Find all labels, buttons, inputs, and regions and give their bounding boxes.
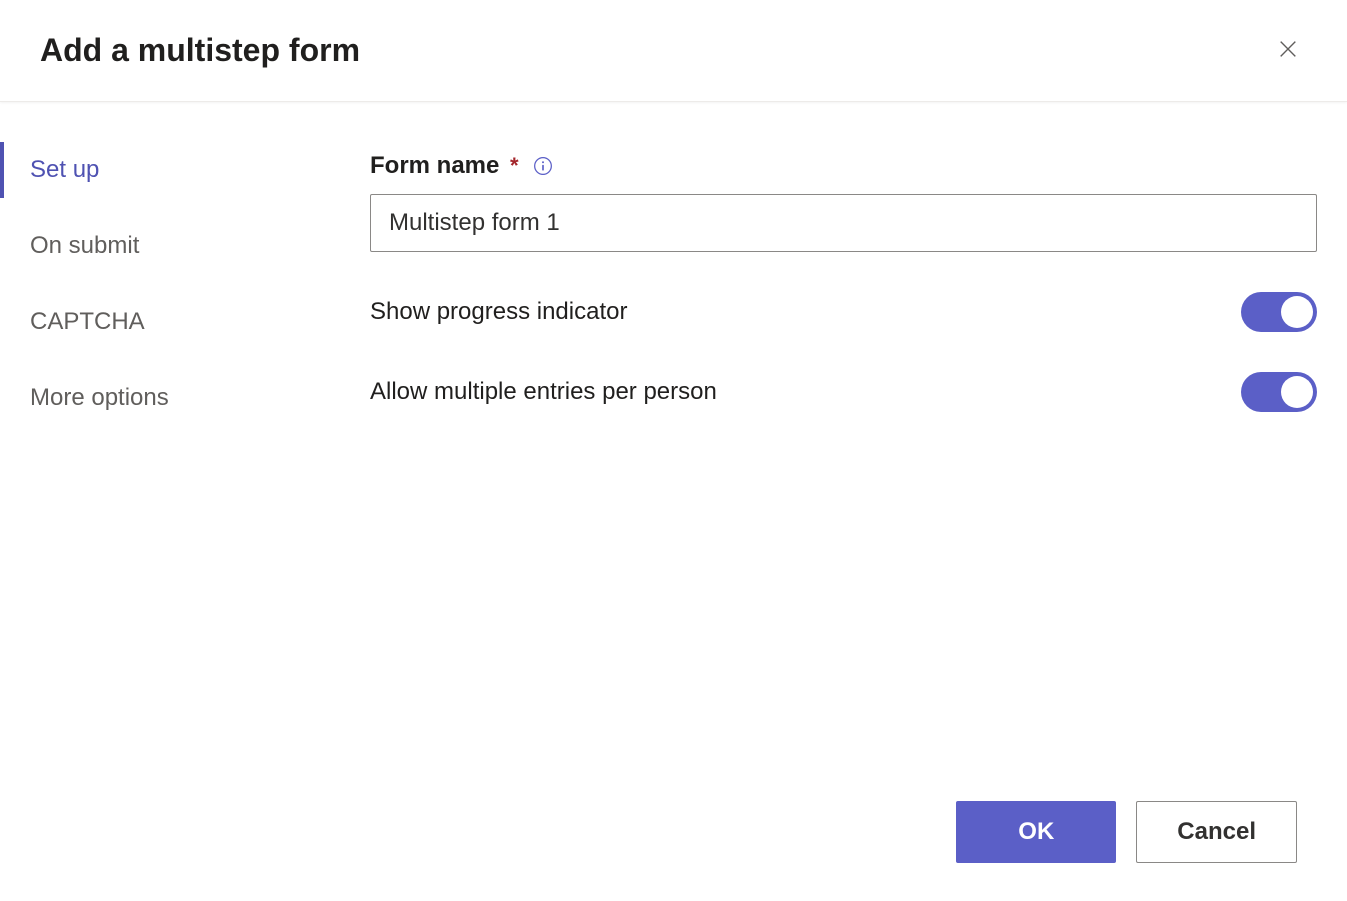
toggle-knob <box>1281 296 1313 328</box>
sidebar-item-on-submit[interactable]: On submit <box>0 218 340 274</box>
toggle-knob <box>1281 376 1313 408</box>
sidebar-item-setup[interactable]: Set up <box>0 142 340 198</box>
sidebar-item-more-options[interactable]: More options <box>0 370 340 426</box>
form-name-input[interactable] <box>370 194 1317 252</box>
multiple-entries-toggle-row: Allow multiple entries per person <box>370 372 1317 412</box>
close-button[interactable] <box>1269 30 1307 71</box>
multiple-entries-toggle-label: Allow multiple entries per person <box>370 378 717 406</box>
dialog-footer: OK Cancel <box>956 801 1297 863</box>
dialog-title: Add a multistep form <box>40 32 360 69</box>
close-icon <box>1277 38 1299 63</box>
progress-toggle-row: Show progress indicator <box>370 292 1317 332</box>
sidebar: Set up On submit CAPTCHA More options <box>0 102 340 893</box>
cancel-button[interactable]: Cancel <box>1136 801 1297 863</box>
progress-toggle-label: Show progress indicator <box>370 298 627 326</box>
sidebar-item-label: CAPTCHA <box>30 308 145 335</box>
form-name-label-row: Form name * <box>370 152 1317 180</box>
dialog-header: Add a multistep form <box>0 0 1347 102</box>
main-content: Form name * Show progress indicator Allo… <box>340 102 1347 893</box>
sidebar-item-label: More options <box>30 384 169 411</box>
info-icon[interactable] <box>533 156 553 176</box>
sidebar-item-label: Set up <box>30 156 99 183</box>
required-indicator: * <box>510 153 519 178</box>
form-name-label: Form name * <box>370 152 519 180</box>
progress-indicator-toggle[interactable] <box>1241 292 1317 332</box>
ok-button[interactable]: OK <box>956 801 1116 863</box>
sidebar-item-label: On submit <box>30 232 139 259</box>
sidebar-item-captcha[interactable]: CAPTCHA <box>0 294 340 350</box>
dialog-body: Set up On submit CAPTCHA More options Fo… <box>0 102 1347 893</box>
multiple-entries-toggle[interactable] <box>1241 372 1317 412</box>
